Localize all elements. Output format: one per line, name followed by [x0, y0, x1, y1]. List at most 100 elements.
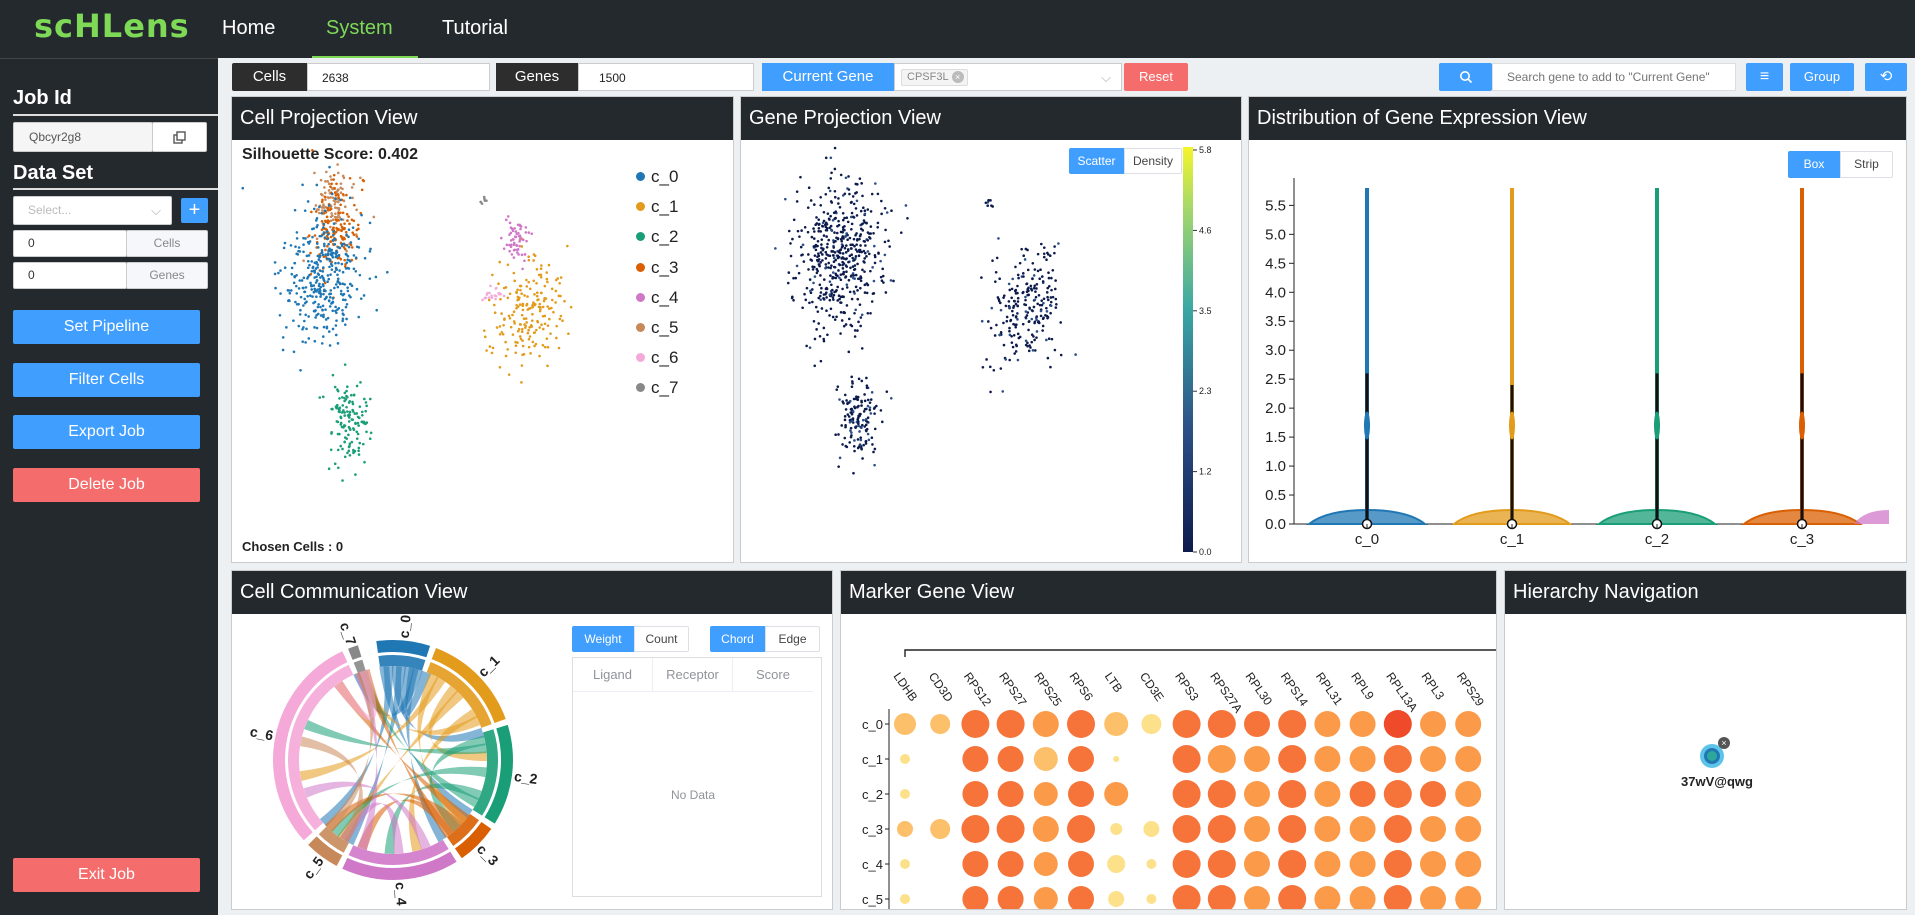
- dot: [900, 859, 910, 869]
- legend-item[interactable]: c_4: [636, 288, 678, 308]
- legend-item[interactable]: c_1: [636, 197, 678, 217]
- legend-item[interactable]: c_3: [636, 258, 678, 278]
- legend-item[interactable]: c_7: [636, 378, 678, 398]
- gene-label: RPS3: [1172, 670, 1202, 704]
- menu-button[interactable]: ≡: [1746, 63, 1783, 91]
- violin-c_0: c_0: [1306, 188, 1428, 548]
- chord-diagram[interactable]: c_0 c_1 c_2 c_3 c_4 c_5 c_6 c_7: [232, 614, 572, 909]
- plus-icon: +: [188, 199, 201, 221]
- count-toggle[interactable]: Count: [634, 626, 689, 652]
- dot: [1143, 821, 1160, 837]
- dot: [1420, 886, 1446, 909]
- dot: [1278, 745, 1307, 773]
- colorbar-tick: 4.6: [1199, 225, 1212, 235]
- edge-toggle[interactable]: Edge: [765, 626, 820, 652]
- nav-tutorial[interactable]: Tutorial: [442, 17, 508, 40]
- dot: [1172, 745, 1201, 773]
- dot: [1278, 885, 1307, 909]
- search-icon: [1460, 71, 1473, 84]
- hierarchy-node[interactable]: ×: [1695, 735, 1735, 775]
- marker-gene-panel: Marker Gene View LDHB CD3D RPS12 RPS27 RPS25…: [840, 570, 1497, 910]
- dot: [1349, 816, 1376, 842]
- dataset-select[interactable]: Select... ⌵: [13, 196, 172, 225]
- panel-title: Gene Projection View: [741, 97, 1241, 140]
- copy-icon: [172, 131, 186, 144]
- legend-item[interactable]: c_6: [636, 348, 678, 368]
- dot: [996, 710, 1025, 738]
- dot: [1207, 745, 1236, 773]
- chord-toggle[interactable]: Chord: [710, 626, 765, 652]
- dot: [962, 886, 989, 909]
- exit-job-button[interactable]: Exit Job: [13, 858, 200, 892]
- dot: [1314, 781, 1341, 807]
- y-tick-label: 2.5: [1265, 371, 1286, 388]
- gene-label: RPL13A: [1383, 670, 1420, 715]
- search-button[interactable]: [1439, 63, 1492, 91]
- close-icon[interactable]: ×: [951, 71, 964, 83]
- y-tick-label: 3.0: [1265, 342, 1286, 359]
- dot: [1383, 815, 1412, 843]
- legend-item[interactable]: c_5: [636, 318, 678, 338]
- chord-label: c_2: [513, 768, 538, 787]
- refresh-button[interactable]: ⟲: [1865, 63, 1907, 91]
- delete-job-button[interactable]: Delete Job: [13, 468, 200, 502]
- dot: [1244, 746, 1270, 772]
- cells-toolbar-label: Cells: [232, 63, 307, 91]
- nav-home[interactable]: Home: [222, 17, 275, 40]
- gene-label: LDHB: [891, 670, 921, 704]
- dot: [1172, 780, 1201, 808]
- top-navbar: scHLens Home System Tutorial: [0, 0, 1915, 58]
- nav-system[interactable]: System: [326, 17, 393, 40]
- filter-cells-button[interactable]: Filter Cells: [13, 363, 200, 397]
- current-gene-select[interactable]: CPSF3L × ⌵: [894, 63, 1122, 91]
- column-header[interactable]: Receptor: [653, 658, 733, 692]
- group-button[interactable]: Group: [1790, 63, 1854, 91]
- colorbar-tick: 1.2: [1199, 467, 1212, 477]
- dot: [1383, 850, 1412, 878]
- add-dataset-button[interactable]: +: [181, 198, 208, 223]
- x-tick-label: c_1: [1500, 531, 1524, 548]
- legend-label: c_0: [651, 167, 679, 186]
- reset-button[interactable]: Reset: [1124, 63, 1188, 91]
- gene-search-input[interactable]: [1492, 63, 1736, 91]
- job-id-field[interactable]: Qbcyr2g8: [13, 122, 153, 152]
- dot: [1172, 710, 1201, 738]
- weight-toggle[interactable]: Weight: [572, 626, 634, 652]
- dot: [930, 819, 951, 839]
- sidebar: Job Id Qbcyr2g8 Data Set Select... ⌵ + 0…: [0, 58, 218, 915]
- column-header[interactable]: Score: [733, 658, 813, 692]
- dot: [1033, 852, 1058, 876]
- dot: [1244, 781, 1270, 807]
- chord-arc-c_7[interactable]: [348, 645, 362, 660]
- point-cloud: [241, 165, 389, 372]
- dot: [1314, 886, 1341, 909]
- dot: [997, 851, 1024, 877]
- copy-job-id-button[interactable]: [152, 122, 207, 152]
- panel-title: Cell Projection View: [232, 97, 733, 140]
- set-pipeline-button[interactable]: Set Pipeline: [13, 310, 200, 344]
- dot: [1314, 711, 1341, 737]
- cluster-row-label: c_3: [862, 822, 883, 837]
- gene-scatter-plot[interactable]: [741, 140, 1181, 560]
- gene-label: RPS27A: [1207, 670, 1245, 716]
- dot: [897, 821, 913, 837]
- dot: [900, 754, 910, 764]
- column-header[interactable]: Ligand: [573, 658, 653, 692]
- dot: [1068, 746, 1094, 772]
- violin-chart: 0.0 0.5 1.0 1.5 2.0 2.5 3.0 3.5 4.0 4.5 5.0 5.5 c_0 c…: [1265, 178, 1889, 548]
- gene-label: CD3D: [926, 670, 956, 705]
- gene-projection-panel: Gene Projection View Scatter Density 5.8…: [740, 96, 1242, 563]
- legend-item[interactable]: c_2: [636, 227, 678, 247]
- point-cloud: [980, 237, 1077, 394]
- gene-label: RPL3: [1419, 670, 1448, 703]
- dot: [1278, 780, 1307, 808]
- gene-label: RPS14: [1278, 670, 1311, 709]
- dot: [962, 746, 989, 772]
- dot: [1244, 711, 1270, 737]
- chord-arc-c_0[interactable]: [376, 640, 431, 658]
- legend-item[interactable]: c_0: [636, 167, 678, 187]
- chord-label: c_6: [249, 723, 275, 743]
- x-tick-label: c_3: [1790, 531, 1814, 548]
- legend-swatch: [636, 292, 645, 302]
- export-job-button[interactable]: Export Job: [13, 415, 200, 449]
